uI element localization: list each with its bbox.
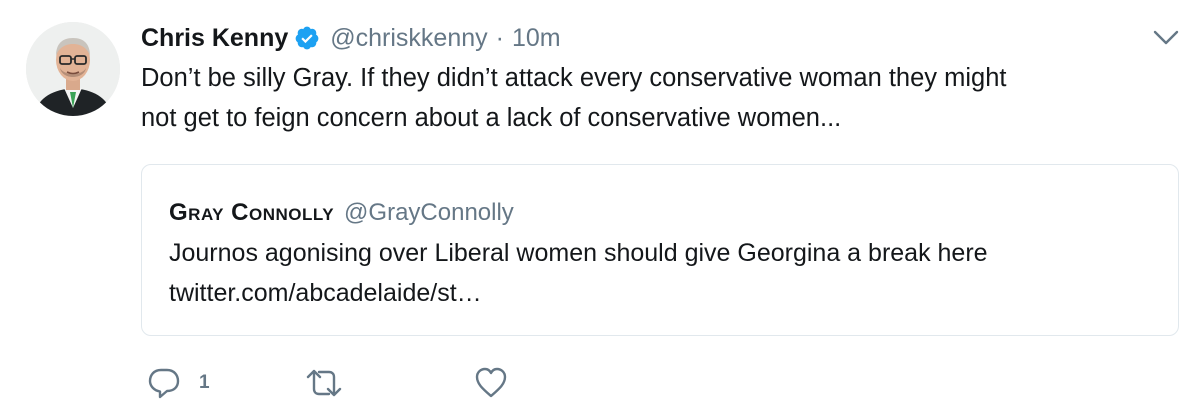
avatar[interactable] <box>26 22 120 116</box>
reply-icon <box>147 367 181 399</box>
verified-badge-icon <box>294 25 320 51</box>
quoted-tweet-header: Gray Connolly @GrayConnolly <box>169 199 514 227</box>
like-button[interactable] <box>474 367 508 399</box>
separator-dot: · <box>495 23 504 52</box>
tweet-actions: 1 <box>141 365 508 401</box>
author-handle[interactable]: @chriskkenny <box>330 24 487 53</box>
quoted-tweet-text: Journos agonising over Liberal women sho… <box>169 233 1169 313</box>
retweet-button[interactable] <box>304 367 344 399</box>
tweet-header: Chris Kenny @chriskkenny · 10m <box>141 20 561 56</box>
heart-icon <box>474 367 508 399</box>
author-name[interactable]: Chris Kenny <box>141 24 288 53</box>
retweet-icon <box>304 367 344 399</box>
quoted-link[interactable]: twitter.com/abcadelaide/st… <box>169 273 1169 313</box>
tweet-timestamp[interactable]: 10m <box>512 24 561 53</box>
quoted-author-handle: @GrayConnolly <box>344 199 514 226</box>
quoted-author-name: Gray Connolly <box>169 199 335 226</box>
tweet-text: Don’t be silly Gray. If they didn’t atta… <box>141 64 1007 132</box>
tweet-card[interactable]: Chris Kenny @chriskkenny · 10m Don’t be … <box>0 0 1200 415</box>
quoted-text-line: Journos agonising over Liberal women sho… <box>169 239 988 267</box>
reply-count: 1 <box>199 372 210 393</box>
quoted-tweet[interactable]: Gray Connolly @GrayConnolly Journos agon… <box>141 164 1179 336</box>
chevron-down-icon[interactable] <box>1152 28 1180 48</box>
reply-button[interactable]: 1 <box>147 367 210 399</box>
